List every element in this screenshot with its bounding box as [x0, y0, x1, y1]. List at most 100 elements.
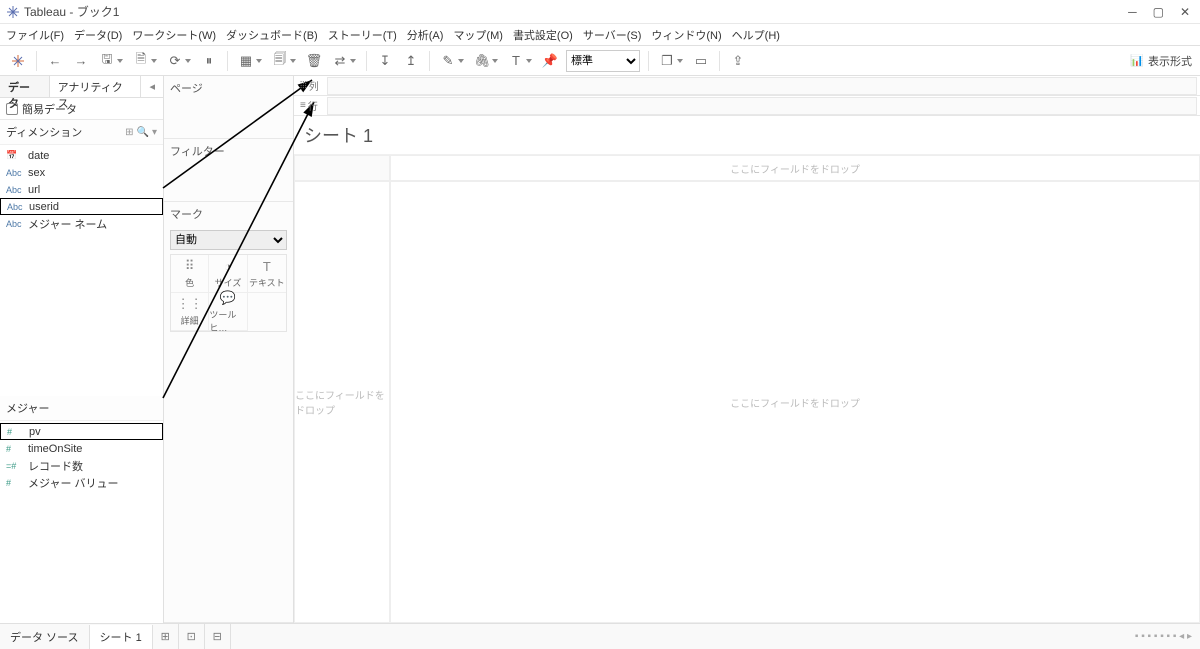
dropzone-main[interactable]: ここにフィールドをドロップ [390, 181, 1200, 623]
tableau-home-icon[interactable] [8, 51, 28, 71]
menu-worksheet[interactable]: ワークシート(W) [132, 27, 216, 43]
filters-shelf[interactable] [164, 163, 293, 201]
menu-format[interactable]: 書式設定(O) [513, 27, 573, 43]
dimensions-header: ディメンション ⊞🔍▾ [0, 120, 163, 145]
field-label: url [28, 184, 40, 196]
clear-icon[interactable]: 🗑 [304, 51, 324, 71]
field-type-icon: Abc [7, 202, 25, 212]
menu-server[interactable]: サーバー(S) [583, 27, 642, 43]
datasource-icon[interactable]: 🗎 [131, 51, 151, 71]
measure-field[interactable]: =#レコード数 [0, 457, 163, 474]
size-icon: ◔ [224, 259, 232, 274]
datasource-icon-small [6, 103, 18, 115]
duplicate-icon[interactable]: 🗐 [270, 51, 290, 71]
tab-data[interactable]: データ [0, 76, 50, 97]
mark-color[interactable]: ⠿色 [171, 255, 209, 293]
field-label: timeOnSite [28, 443, 82, 455]
menu-icon[interactable]: ▾ [152, 127, 157, 138]
columns-shelf[interactable]: ⦙⦙⦙列 [294, 76, 1200, 96]
mark-type-select[interactable]: 自動 [170, 230, 287, 250]
new-worksheet-icon[interactable]: ▦ [236, 51, 256, 71]
pages-shelf[interactable] [164, 100, 293, 138]
sheet-title[interactable]: シート 1 [294, 116, 1200, 155]
datasource-row[interactable]: 簡易データ [0, 98, 163, 120]
mark-size[interactable]: ◔サイズ [209, 255, 247, 293]
menu-story[interactable]: ストーリー(T) [328, 27, 397, 43]
measures-header: メジャー [0, 396, 163, 421]
close-button[interactable]: ✕ [1180, 5, 1190, 19]
field-type-icon: Abc [6, 168, 24, 178]
dimension-list: 📅dateAbcsexAbcurlAbcuseridAbcメジャー ネーム [0, 145, 163, 234]
minimize-button[interactable]: ─ [1128, 5, 1137, 19]
measure-field[interactable]: #pv [0, 423, 163, 440]
view-icon[interactable]: ⊞ [125, 127, 133, 138]
mark-detail[interactable]: ⋮⋮詳細 [171, 293, 209, 331]
view-canvas[interactable]: ここにフィールドをドロップ ここにフィールドをドロップ ここにフィールドをドロッ… [294, 155, 1200, 623]
tab-analytics[interactable]: アナリティクス [50, 76, 142, 97]
highlight-icon[interactable]: ✎ [438, 51, 458, 71]
maximize-button[interactable]: ▢ [1153, 5, 1164, 19]
new-dashboard-icon[interactable]: ⊡ [179, 624, 205, 649]
show-me-icon: 📊 [1130, 54, 1144, 67]
rows-shelf[interactable]: ≡行 [294, 96, 1200, 116]
labels-icon[interactable]: T [506, 51, 526, 71]
menu-map[interactable]: マップ(M) [453, 27, 503, 43]
bottom-tabs: データ ソース シート 1 ⊞ ⊡ ⊟ ▪ ▪ ▪ ▪ ▪ ▪ ▪ ◂ ▸ [0, 623, 1200, 649]
group-icon[interactable]: 🖇 [472, 51, 492, 71]
menu-window[interactable]: ウィンドウ(N) [651, 27, 721, 43]
save-icon[interactable]: 🖫 [97, 51, 117, 71]
forward-icon[interactable]: → [71, 51, 91, 71]
field-type-icon: =# [6, 461, 24, 471]
menu-analysis[interactable]: 分析(A) [407, 27, 444, 43]
mark-text[interactable]: Tテキスト [248, 255, 286, 293]
menu-data[interactable]: データ(D) [74, 27, 122, 43]
pane-menu-icon[interactable]: ◂ [149, 80, 155, 93]
new-story-icon[interactable]: ⊟ [205, 624, 231, 649]
menu-help[interactable]: ヘルプ(H) [732, 27, 780, 43]
measure-list: #pv # timeOnSite =#レコード数#メジャー バリュー [0, 421, 163, 493]
measure-field[interactable]: # timeOnSite [0, 440, 163, 457]
tableau-logo-icon [6, 5, 20, 19]
detail-icon: ⋮⋮ [177, 296, 203, 312]
share-icon[interactable]: ⇪ [728, 51, 748, 71]
pages-shelf-header: ページ [164, 76, 293, 100]
pin-icon[interactable]: 📌 [540, 51, 560, 71]
field-label: date [28, 150, 49, 162]
field-label: メジャー バリュー [28, 475, 119, 491]
sort-asc-icon[interactable]: ↧ [375, 51, 395, 71]
cards-pane: ページ フィルター マーク 自動 ⠿色 ◔サイズ Tテキスト ⋮⋮詳細 💬ツール… [164, 76, 294, 623]
tab-sheet1[interactable]: シート 1 [90, 625, 153, 649]
back-icon[interactable]: ← [45, 51, 65, 71]
menu-file[interactable]: ファイル(F) [6, 27, 64, 43]
tab-datasource[interactable]: データ ソース [0, 625, 90, 649]
dropzone-rows[interactable]: ここにフィールドをドロップ [294, 181, 390, 623]
field-type-icon: Abc [6, 185, 24, 195]
swap-icon[interactable]: ⇄ [330, 51, 350, 71]
dimension-field[interactable]: Abcsex [0, 164, 163, 181]
menu-dashboard[interactable]: ダッシュボード(B) [226, 27, 318, 43]
columns-icon: ⦙⦙⦙ [300, 80, 307, 91]
dimension-field[interactable]: 📅date [0, 147, 163, 164]
refresh-icon[interactable]: ⟳ [165, 51, 185, 71]
field-label: sex [28, 167, 45, 179]
dropzone-corner[interactable] [294, 155, 390, 181]
dropzone-columns[interactable]: ここにフィールドをドロップ [390, 155, 1200, 181]
view-area: ⦙⦙⦙列 ≡行 シート 1 ここにフィールドをドロップ ここにフィールドをドロッ… [294, 76, 1200, 623]
dimension-field[interactable]: Abcメジャー ネーム [0, 215, 163, 232]
search-icon[interactable]: 🔍 [137, 127, 149, 138]
dimension-field[interactable]: Abcuserid [0, 198, 163, 215]
field-type-icon: # [6, 444, 24, 454]
dimension-field[interactable]: Abcurl [0, 181, 163, 198]
presentation-icon[interactable]: ▭ [691, 51, 711, 71]
cards-icon[interactable]: ❐ [657, 51, 677, 71]
new-sheet-icon[interactable]: ⊞ [153, 624, 179, 649]
titlebar: Tableau - ブック1 ─ ▢ ✕ [0, 0, 1200, 24]
sort-desc-icon[interactable]: ↥ [401, 51, 421, 71]
pause-icon[interactable]: ⏸ [199, 51, 219, 71]
mark-tooltip[interactable]: 💬ツールヒ… [209, 293, 247, 331]
fit-select[interactable]: 標準 [566, 50, 640, 72]
measure-field[interactable]: #メジャー バリュー [0, 474, 163, 491]
window-title: Tableau - ブック1 [24, 3, 119, 20]
data-pane: データ アナリティクス ◂ 簡易データ ディメンション ⊞🔍▾ 📅dateAbc… [0, 76, 164, 623]
show-me-button[interactable]: 📊 表示形式 [1130, 53, 1192, 69]
